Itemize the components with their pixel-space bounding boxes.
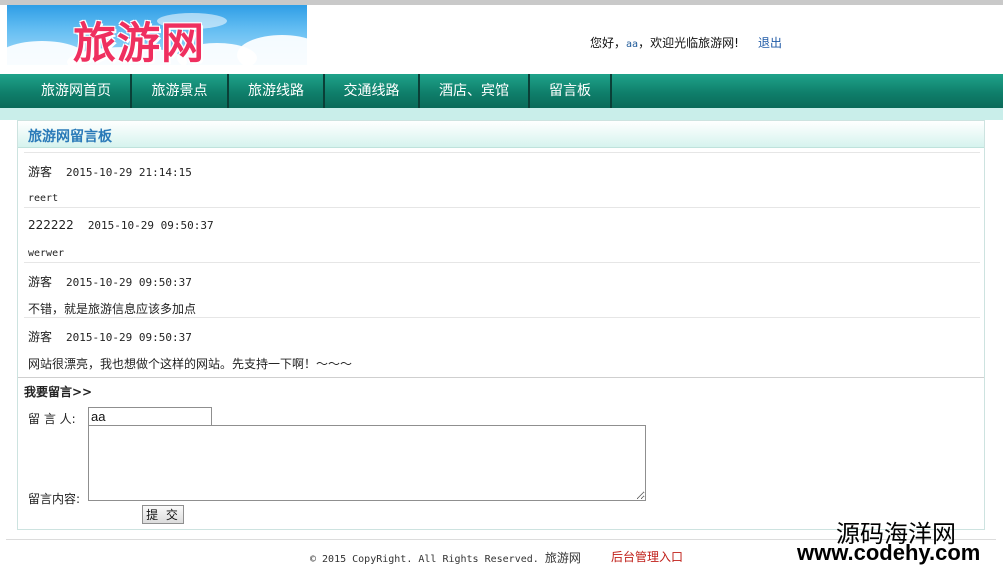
leave-message-heading: 我要留言>> xyxy=(24,385,93,399)
message-content: 不错，就是旅游信息应该多加点 xyxy=(28,302,197,316)
author-label: 留 言 人: xyxy=(28,412,76,426)
message-content: werwer xyxy=(28,248,65,259)
message-time: 2015-10-29 21:14:15 xyxy=(66,166,192,179)
submit-button[interactable]: 提 交 xyxy=(142,505,184,524)
logout-link[interactable]: 退出 xyxy=(758,34,782,51)
divider xyxy=(24,207,980,208)
nav-item-guestbook[interactable]: 留言板 xyxy=(530,74,612,108)
nav-item-attractions[interactable]: 旅游景点 xyxy=(132,74,229,108)
main-nav: 旅游网首页 旅游景点 旅游线路 交通线路 酒店、宾馆 留言板 xyxy=(0,74,1003,108)
divider xyxy=(24,317,980,318)
copyright-text: © 2015 CopyRight. All Rights Reserved. 旅… xyxy=(310,549,581,566)
message-content-textarea[interactable] xyxy=(88,425,646,501)
message-meta: 游客 2015-10-29 09:50:37 xyxy=(28,273,192,290)
message-content: 网站很漂亮，我也想做个这样的网站。先支持一下啊！～～～ xyxy=(28,357,353,371)
welcome-message: 您好，aa，欢迎光临旅游网! xyxy=(590,34,739,51)
form-divider xyxy=(18,377,984,378)
divider xyxy=(24,152,980,153)
message-content: reert xyxy=(28,193,59,204)
page-title: 旅游网留言板 xyxy=(28,129,112,145)
message-author: 游客 xyxy=(28,330,53,344)
copyright-notice: © 2015 CopyRight. All Rights Reserved. xyxy=(310,554,539,565)
nav-item-hotels[interactable]: 酒店、宾馆 xyxy=(420,74,530,108)
message-meta: 游客 2015-10-29 09:50:37 xyxy=(28,328,192,345)
message-meta: 游客 2015-10-29 21:14:15 xyxy=(28,163,192,180)
logo-cloud xyxy=(237,35,307,65)
message-author: 游客 xyxy=(28,165,53,179)
divider xyxy=(24,262,980,263)
author-name-input[interactable] xyxy=(88,407,212,426)
nav-shadow-band xyxy=(0,108,1003,120)
nav-item-home[interactable]: 旅游网首页 xyxy=(22,74,132,108)
content-label: 留言内容: xyxy=(28,492,81,506)
panel-header: 旅游网留言板 xyxy=(18,121,984,148)
nav-item-routes[interactable]: 旅游线路 xyxy=(229,74,325,108)
message-time: 2015-10-29 09:50:37 xyxy=(66,331,192,344)
greeting-suffix: ，欢迎光临旅游网! xyxy=(638,36,739,50)
message-meta: 222222 2015-10-29 09:50:37 xyxy=(28,218,214,232)
nav-item-transport[interactable]: 交通线路 xyxy=(325,74,420,108)
watermark-url: www.codehy.com xyxy=(797,540,981,565)
message-author: 游客 xyxy=(28,275,53,289)
footer-site-name: 旅游网 xyxy=(544,551,581,565)
site-logo[interactable]: 旅游网 xyxy=(7,5,307,65)
greeting-prefix: 您好， xyxy=(590,36,627,50)
message-time: 2015-10-29 09:50:37 xyxy=(66,276,192,289)
admin-login-link[interactable]: 后台管理入口 xyxy=(611,548,683,565)
current-username: aa xyxy=(626,39,639,50)
logo-text: 旅游网 xyxy=(73,19,205,65)
message-author: 222222 xyxy=(28,218,74,232)
guestbook-panel: 旅游网留言板 游客 2015-10-29 21:14:15 reert 22222… xyxy=(17,120,985,530)
message-time: 2015-10-29 09:50:37 xyxy=(87,219,214,232)
